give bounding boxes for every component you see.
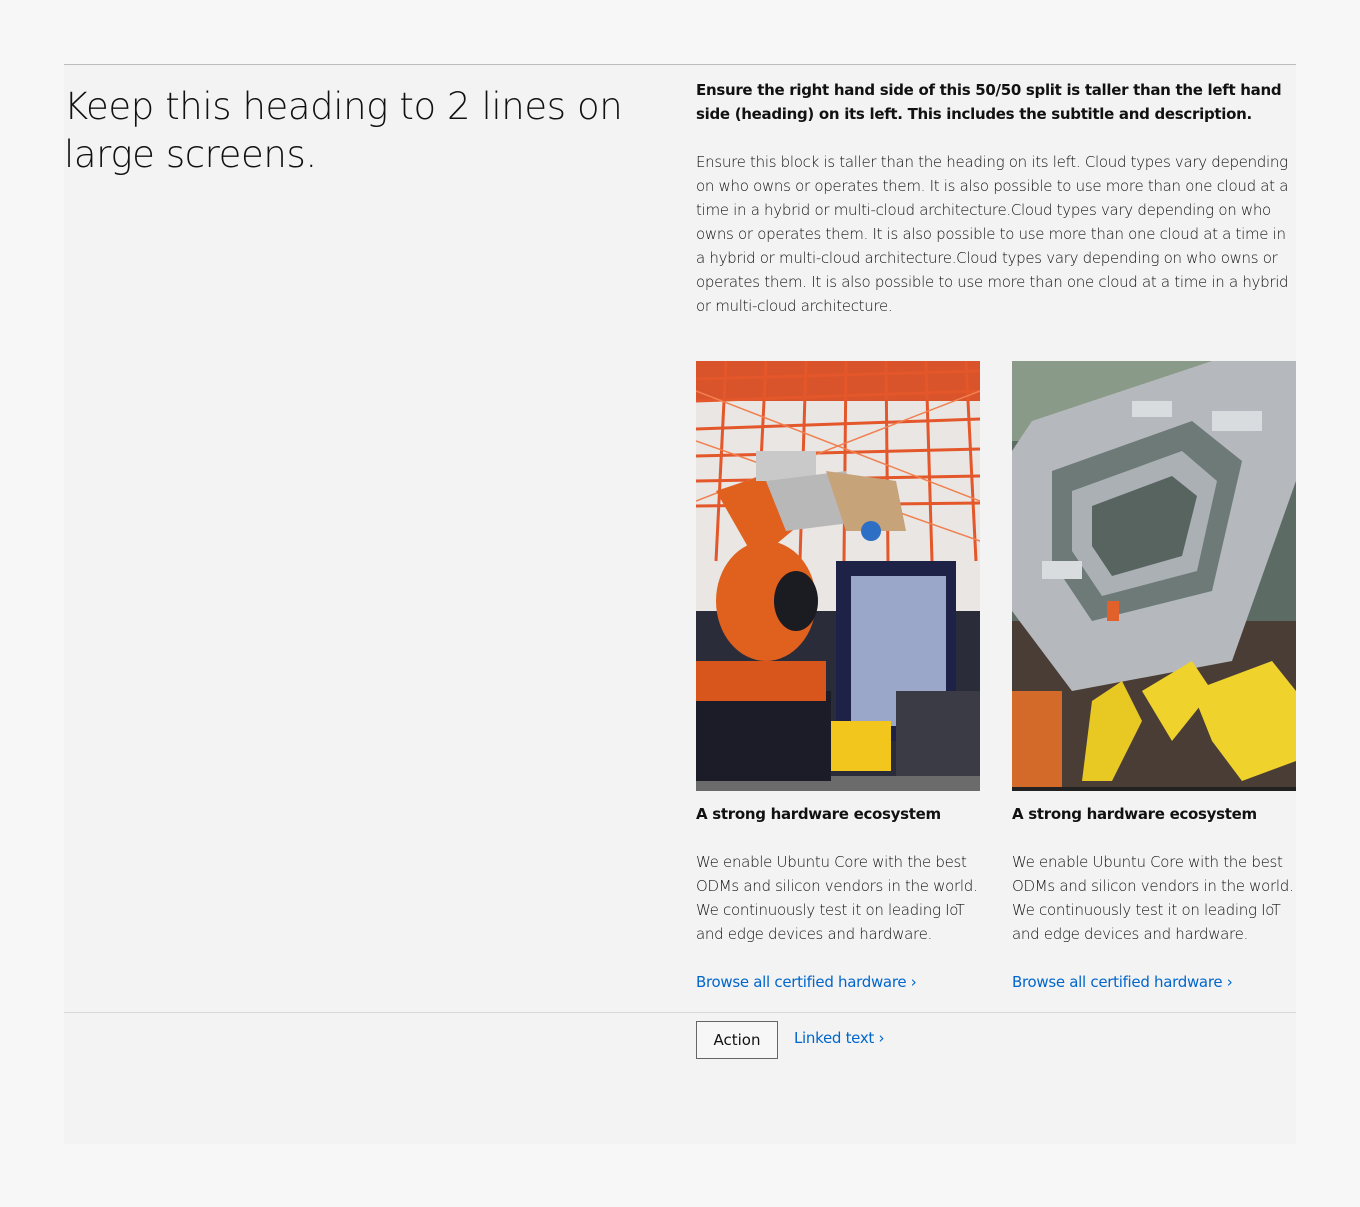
section-subtitle: Ensure the right hand side of this 50/50…	[696, 81, 1282, 123]
linked-text-link[interactable]: Linked text ›	[794, 1026, 884, 1050]
card-description: We enable Ubuntu Core with the best ODMs…	[1012, 853, 1294, 943]
section-heading: Keep this heading to 2 lines on large sc…	[64, 85, 623, 176]
robot-arm-image	[696, 361, 980, 791]
action-button[interactable]: Action	[696, 1021, 778, 1059]
hardware-card: A strong hardware ecosystem We enable Ub…	[1012, 361, 1296, 991]
browse-hardware-link[interactable]: Browse all certified hardware ›	[696, 970, 917, 994]
section-divider	[64, 1012, 1296, 1013]
split-section: Keep this heading to 2 lines on large sc…	[64, 64, 1296, 1144]
card-description: We enable Ubuntu Core with the best ODMs…	[696, 853, 978, 943]
hardware-card: A strong hardware ecosystem We enable Ub…	[696, 361, 980, 991]
card-title: A strong hardware ecosystem	[1012, 805, 1257, 823]
card-title: A strong hardware ecosystem	[696, 805, 941, 823]
browse-hardware-link[interactable]: Browse all certified hardware ›	[1012, 970, 1233, 994]
car-assembly-image	[1012, 361, 1296, 791]
section-description: Ensure this block is taller than the hea…	[696, 153, 1289, 315]
